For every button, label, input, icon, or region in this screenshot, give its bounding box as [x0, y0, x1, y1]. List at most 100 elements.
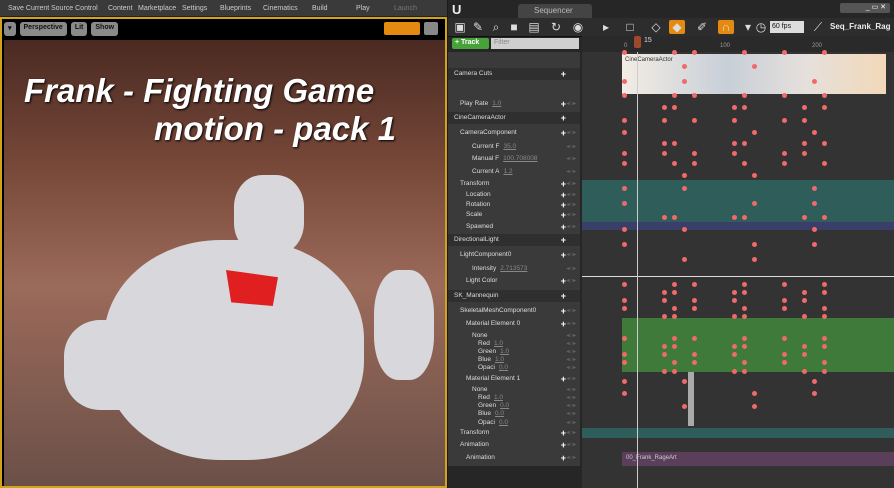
keyframe[interactable] [672, 344, 677, 349]
keyframe[interactable] [682, 257, 687, 262]
keyframe[interactable] [822, 141, 827, 146]
show-button[interactable]: Show [91, 22, 119, 36]
keyframe[interactable] [822, 215, 827, 220]
keyframe[interactable] [682, 64, 687, 69]
keyframe[interactable] [752, 257, 757, 262]
keyframe[interactable] [672, 50, 677, 55]
keyframe[interactable] [752, 391, 757, 396]
keyframe[interactable] [672, 161, 677, 166]
build-button[interactable]: Build [312, 5, 328, 12]
keyframe[interactable] [812, 79, 817, 84]
add-icon[interactable]: + [561, 112, 566, 124]
keyframe[interactable] [812, 201, 817, 206]
keyframe[interactable] [822, 336, 827, 341]
keyframe[interactable] [822, 344, 827, 349]
add-icon[interactable]: + [561, 68, 566, 80]
keyframe[interactable] [802, 141, 807, 146]
keyframe[interactable] [732, 298, 737, 303]
keyframe[interactable] [732, 141, 737, 146]
keyframe[interactable] [672, 314, 677, 319]
camera-icon[interactable]: ■ [506, 20, 522, 34]
keyframe[interactable] [742, 161, 747, 166]
track-row[interactable]: CineCameraActor + [448, 112, 580, 124]
track-row[interactable]: Material Element 0 + ◂○▸ [448, 318, 580, 330]
filter-input[interactable]: Filter [491, 38, 579, 49]
keyframe[interactable] [672, 141, 677, 146]
keyframe[interactable] [822, 306, 827, 311]
keyframe[interactable] [662, 105, 667, 110]
track-row[interactable]: Current F 35.0 ◂○▸ [448, 141, 580, 153]
content-button[interactable]: Content [108, 5, 133, 12]
add-track-button[interactable]: + Track [452, 38, 489, 49]
keyframe[interactable] [692, 298, 697, 303]
timeline-area[interactable]: CineCameraActor 00_Frank_RageArt [582, 50, 894, 488]
track-value[interactable]: 2.713573 [500, 265, 527, 272]
eye-icon[interactable]: ◉ [570, 20, 586, 34]
key-nav-icon[interactable]: ◂○▸ [566, 249, 576, 261]
playhead[interactable] [634, 36, 641, 48]
key-nav-icon[interactable]: ◂○▸ [566, 141, 576, 153]
keyframe[interactable] [692, 151, 697, 156]
keyframe[interactable] [622, 186, 627, 191]
tab-sequencer[interactable]: Sequencer [518, 4, 592, 18]
keyframe[interactable] [662, 215, 667, 220]
keyframe[interactable] [662, 369, 667, 374]
add-icon[interactable]: + [561, 98, 566, 110]
keyframe[interactable] [822, 50, 827, 55]
keyframe[interactable] [672, 369, 677, 374]
keyframe[interactable] [782, 93, 787, 98]
add-icon[interactable]: + [561, 275, 566, 287]
keyframe[interactable] [742, 215, 747, 220]
keyframe[interactable] [622, 360, 627, 365]
keyframe[interactable] [682, 227, 687, 232]
key-nav-icon[interactable]: ◂○▸ [566, 166, 576, 178]
keyframe[interactable] [732, 314, 737, 319]
keyframe[interactable] [822, 93, 827, 98]
keyframe[interactable] [622, 298, 627, 303]
add-icon[interactable]: + [561, 305, 566, 317]
keyframe[interactable] [732, 344, 737, 349]
keyframe[interactable] [742, 50, 747, 55]
keyframe[interactable] [692, 306, 697, 311]
keyframe[interactable] [662, 352, 667, 357]
save-as-icon[interactable]: ✎ [470, 20, 486, 34]
keyframe[interactable] [742, 141, 747, 146]
keyframe[interactable] [782, 151, 787, 156]
keyframe[interactable] [692, 161, 697, 166]
track-value[interactable]: 1.2 [503, 168, 512, 175]
keyframe[interactable] [732, 290, 737, 295]
track-row[interactable]: LightComponent0 + ◂○▸ [448, 249, 580, 261]
clock-icon[interactable]: ◷ [753, 20, 769, 34]
keyframe[interactable] [732, 215, 737, 220]
blueprints-button[interactable]: Blueprints [220, 5, 251, 12]
keyframe[interactable] [682, 173, 687, 178]
keyframe[interactable] [622, 379, 627, 384]
keyframe[interactable] [742, 336, 747, 341]
save-current-button[interactable]: Save Current [8, 5, 49, 12]
keyframe[interactable] [692, 360, 697, 365]
key-nav-icon[interactable]: ◂○▸ [566, 427, 576, 439]
viewport-menu-button[interactable]: ▾ [4, 22, 16, 36]
key-nav-icon[interactable]: ◂○▸ [566, 98, 576, 110]
play-icon[interactable]: ▸ [598, 20, 614, 34]
keyframe[interactable] [822, 360, 827, 365]
key-nav-icon[interactable]: ◂○▸ [566, 318, 576, 330]
keyframe[interactable] [752, 130, 757, 135]
animation-section[interactable]: 00_Frank_RageArt [622, 452, 894, 466]
keyframe[interactable] [752, 242, 757, 247]
keyframe[interactable] [812, 391, 817, 396]
globe-icon[interactable] [424, 22, 438, 35]
keyframe[interactable] [622, 201, 627, 206]
track-row[interactable]: Intensity 2.713573 ◂○▸ [448, 263, 580, 275]
keyframe[interactable] [672, 282, 677, 287]
keyframe[interactable] [732, 118, 737, 123]
keyframe[interactable] [622, 306, 627, 311]
keyframe[interactable] [672, 360, 677, 365]
keyframe[interactable] [622, 118, 627, 123]
keyframe[interactable] [622, 242, 627, 247]
keyframe[interactable] [672, 336, 677, 341]
track-value[interactable]: 0.0 [495, 410, 504, 417]
track-value[interactable]: 0.0 [499, 419, 508, 426]
keyframe[interactable] [812, 227, 817, 232]
keyframe[interactable] [622, 93, 627, 98]
